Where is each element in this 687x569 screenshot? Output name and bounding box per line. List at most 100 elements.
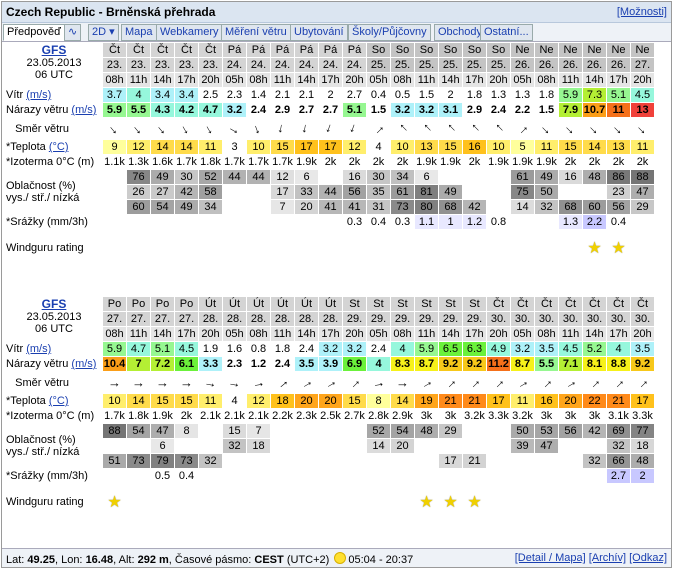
wind-direction-arrow-icon: → [345,119,365,138]
direction-cell: → [630,117,655,140]
gust-cell: 2.4 [246,102,271,118]
wind-unit-link[interactable]: (m/s) [26,89,51,101]
rating-cell [582,483,607,520]
rating-cell [510,229,535,266]
cloud-mid-cell: 39 [510,438,535,454]
wind-cell: 5.1 [150,341,175,357]
wind-cell: 1.8 [534,87,559,103]
hour-cell: 08h [102,326,127,342]
gust-cell: 1.5 [366,102,391,118]
precipitation-cell: 1.1 [414,214,439,230]
precip-label-text: *Srážky (mm/3h) [6,470,88,482]
rating-cell: ★ [438,483,463,520]
temperature-cell: 15 [150,393,175,409]
hour-cell: 17h [174,72,199,88]
tab-wind-measurements[interactable]: Měření větru [221,24,291,41]
wind-cell: 2.4 [294,341,319,357]
temp-unit-link[interactable]: (°C) [49,141,69,153]
rating-cell [198,229,223,266]
gust-unit-link[interactable]: (m/s) [71,104,96,116]
direction-cell: → [174,117,199,140]
precipitation-cell: 1 [438,214,463,230]
precipitation-cell [126,214,151,230]
gust-cell: 5.9 [102,102,127,118]
cloud-low-cell: 32 [582,453,607,469]
hour-cell: 08h [534,326,559,342]
wind-direction-arrow-icon: → [608,372,629,393]
wind-direction-arrow-icon: → [440,372,461,393]
direction-row: Směr větru → → → → → → → → → → → → → → → → → → → → → → → [2,117,655,140]
cloud-mid-cell: 49 [438,184,463,200]
rating-cell [222,229,247,266]
temperature-cell: 17 [486,393,511,409]
tab-graph-icon[interactable]: ∿ [64,24,82,41]
temperature-cell: 10 [246,139,271,155]
detail-map-link[interactable]: [Detail / Mapa] [515,552,586,564]
wind-cell: 3.4 [150,87,175,103]
gust-cell: 7.1 [558,356,583,372]
rating-cell [486,229,511,266]
tab-map[interactable]: Mapa [121,24,157,41]
day-cell: Ne [606,42,631,58]
direction-cell: → [462,117,487,140]
precipitation-cell: 0.3 [390,214,415,230]
isotherm-row: *Izoterma 0°C (m) 1.7k 1.8k 1.9k 2k 2.1k 2.1k 2… [2,408,655,424]
isotherm-cell: 2.8k [366,408,391,424]
wind-row-label: Vítr (m/s) [2,342,103,357]
options-link[interactable]: [Možnosti] [617,6,667,18]
tab-accommodation[interactable]: Ubytování [290,24,348,41]
rating-cell [510,483,535,520]
rating-row: Windguru rating ★ ★ ★ ★ [2,483,655,520]
direction-cell: → [246,371,271,394]
day-cell: Čt [198,42,223,58]
temperature-row-label: *Teplota (°C) [2,140,103,155]
rating-cell [558,229,583,266]
tab-other[interactable]: Ostatní... [480,24,533,41]
direction-cell: → [534,371,559,394]
precipitation-cell [534,468,559,484]
temperature-cell: 12 [126,139,151,155]
gust-unit-link[interactable]: (m/s) [71,358,96,370]
rating-cell [438,229,463,266]
direction-cell: → [150,117,175,140]
direction-cell: → [342,117,367,140]
temperature-cell: 16 [462,139,487,155]
model-link[interactable]: GFS [42,43,67,57]
day-cell: Čt [174,42,199,58]
archive-link[interactable]: [Archív] [589,552,626,564]
tab-schools[interactable]: Školy/Půjčovny [348,24,431,41]
day-cell: Čt [510,296,535,312]
temperature-cell: 11 [630,139,655,155]
tab-webcams[interactable]: Webkamery [156,24,223,41]
model-link[interactable]: GFS [42,297,67,311]
hour-cell: 05h [510,72,535,88]
cloud-high-cell: 48 [582,169,607,185]
hour-cell: 11h [558,326,583,342]
wind-unit-link[interactable]: (m/s) [26,343,51,355]
temperature-cell: 14 [582,139,607,155]
wind-cell: 4 [606,341,631,357]
precipitation-row: *Srážky (mm/3h) 0.3 0.4 0.3 1.1 1 1.2 0.8 1.3 2.2… [2,214,655,230]
run-time: 06 UTC [35,322,73,335]
date-cell: 25. [390,57,415,73]
rating-cell [630,483,655,520]
day-cell: Čt [150,42,175,58]
direction-cell: → [582,371,607,394]
cloud-low-cell [294,453,319,469]
link-link[interactable]: [Odkaz] [629,552,667,564]
title-bar: Czech Republic - Brněnská přehrada [Možn… [2,2,671,23]
rating-cell [630,229,655,266]
direction-cell: → [318,117,343,140]
tab-2d[interactable]: 2D ▾ [88,24,119,41]
precipitation-cell: 0.4 [366,214,391,230]
direction-cell: → [246,117,271,140]
temp-unit-link[interactable]: (°C) [49,395,69,407]
hour-cell: 08h [390,326,415,342]
gust-cell: 2.7 [318,102,343,118]
cloud-low-cell: 32 [534,199,559,215]
tab-forecast[interactable]: Předpověď [3,24,65,41]
tab-shops[interactable]: Obchody [434,24,487,41]
rating-cell [318,229,343,266]
cloud-low-cell [414,453,439,469]
date-cell: 25. [438,57,463,73]
